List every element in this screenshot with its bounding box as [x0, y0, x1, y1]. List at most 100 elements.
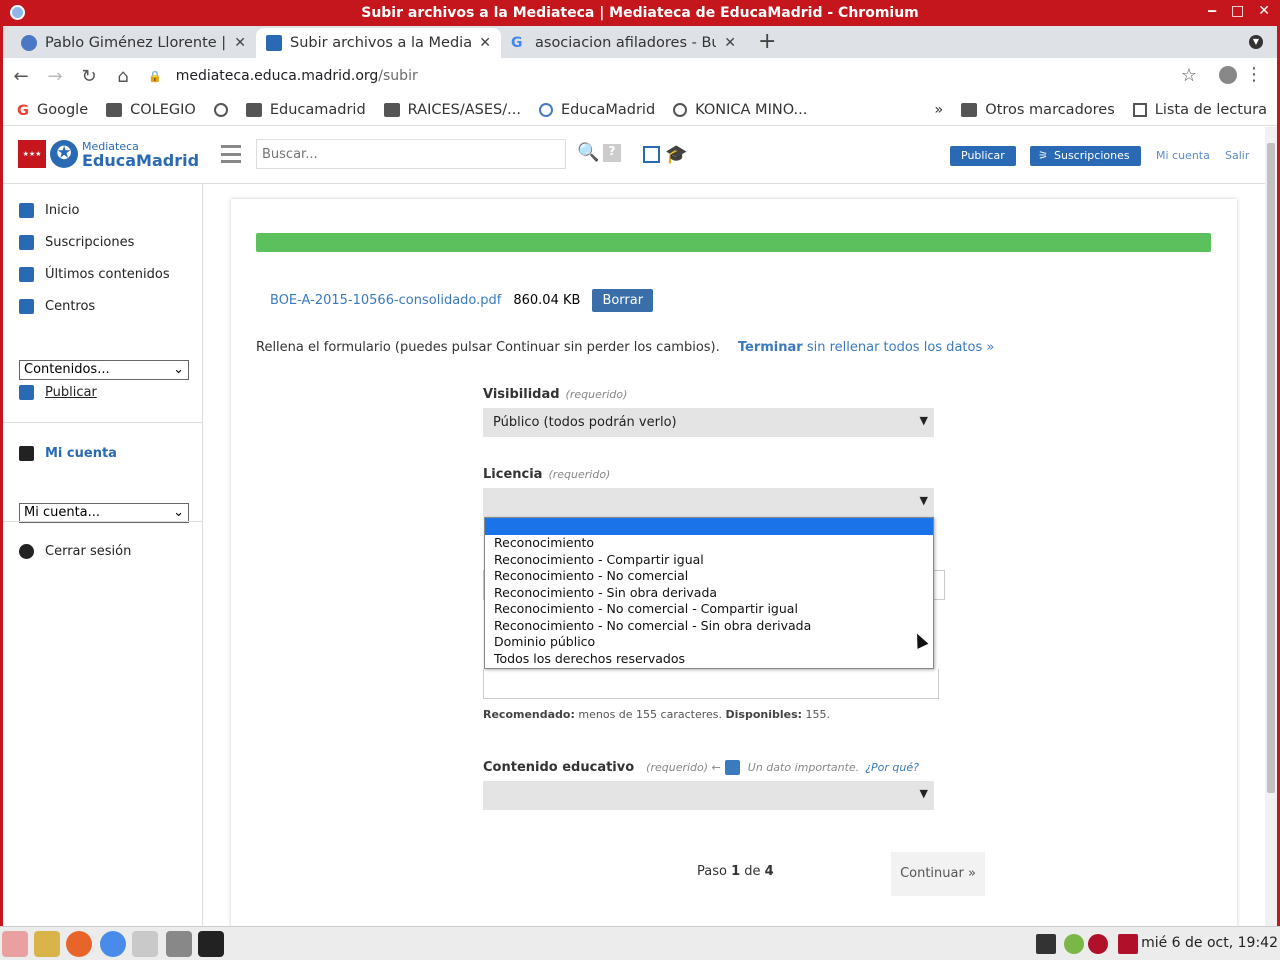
- bookmark-raices[interactable]: RAICES/ASES/...: [383, 102, 521, 118]
- network-icon[interactable]: [1064, 934, 1084, 954]
- bookmark-globe[interactable]: [213, 102, 236, 117]
- tab-google[interactable]: G asociacion afiladores - Bu ✕: [501, 28, 746, 58]
- description-textarea[interactable]: [483, 669, 939, 699]
- licencia-option[interactable]: Dominio público: [485, 634, 933, 651]
- scrollbar-thumb[interactable]: [1267, 143, 1275, 793]
- volume-icon[interactable]: [1118, 934, 1138, 954]
- bookmark-educamadrid-folder[interactable]: Educamadrid: [245, 102, 366, 118]
- graduation-cap-icon[interactable]: 🎓: [665, 144, 687, 165]
- help-icon[interactable]: ?: [603, 144, 621, 162]
- clock[interactable]: mié 6 de oct, 19:42: [1141, 935, 1278, 951]
- back-icon[interactable]: ←: [5, 66, 37, 87]
- tray-red-icon[interactable]: [1088, 934, 1108, 954]
- sidebar-item-publicar[interactable]: Publicar: [19, 385, 97, 400]
- terminal-icon[interactable]: [198, 931, 224, 957]
- educamadrid-icon: [21, 35, 37, 51]
- licencia-option[interactable]: [485, 518, 933, 535]
- hamburger-menu-icon[interactable]: [221, 145, 241, 163]
- licencia-option[interactable]: Reconocimiento - No comercial - Sin obra…: [485, 618, 933, 635]
- licencia-select[interactable]: ▼: [483, 488, 934, 517]
- browser-toolbar: ← → ↻ ⌂ 🔒 mediateca.educa.madrid.org/sub…: [3, 58, 1277, 94]
- bookmark-google[interactable]: G Google: [17, 102, 88, 119]
- chevron-down-icon: ▼: [919, 414, 928, 427]
- reload-icon[interactable]: ↻: [73, 66, 105, 87]
- close-window-button[interactable]: ✕: [1258, 3, 1270, 19]
- bookmark-star-icon[interactable]: ☆: [1181, 65, 1197, 86]
- tab-mediateca[interactable]: Subir archivos a la Mediat ✕: [256, 28, 501, 58]
- notes-icon[interactable]: [132, 931, 158, 957]
- sidebar-item-suscripciones[interactable]: Suscripciones: [19, 235, 134, 250]
- site-logo[interactable]: ★★★ ✪ Mediateca EducaMadrid: [18, 140, 200, 170]
- url-path: /subir: [378, 68, 418, 84]
- visibilidad-select[interactable]: Público (todos podrán verlo) ▼: [483, 408, 934, 437]
- chromium-taskbar-icon[interactable]: [100, 931, 126, 957]
- reading-list[interactable]: Lista de lectura: [1132, 102, 1267, 118]
- select-checkbox-icon[interactable]: [643, 146, 660, 163]
- address-bar[interactable]: 🔒 mediateca.educa.madrid.org/subir: [148, 62, 1208, 90]
- logo-big-text: EducaMadrid: [82, 151, 200, 170]
- tab-pablo[interactable]: Pablo Giménez Llorente | ✕: [11, 28, 256, 58]
- bookmark-educamadrid[interactable]: EducaMadrid: [538, 102, 655, 118]
- bookmark-colegio[interactable]: COLEGIO: [106, 102, 196, 118]
- licencia-option[interactable]: Reconocimiento - No comercial: [485, 568, 933, 585]
- maximize-button[interactable]: □: [1231, 3, 1244, 19]
- close-tab-icon[interactable]: ✕: [234, 35, 246, 51]
- terminar-link[interactable]: Terminar sin rellenar todos los datos »: [738, 340, 994, 355]
- sidebar-label: Últimos contenidos: [45, 267, 170, 282]
- bookmark-konica[interactable]: KONICA MINO...: [673, 102, 807, 118]
- suscripciones-button[interactable]: ⚞ Suscripciones: [1030, 146, 1141, 166]
- sidebar-mi-cuenta-heading: Mi cuenta: [19, 446, 117, 461]
- text-editor-icon[interactable]: [34, 931, 60, 957]
- licencia-option[interactable]: Reconocimiento - Compartir igual: [485, 552, 933, 569]
- window-title: Subir archivos a la Mediateca | Mediatec…: [361, 5, 919, 21]
- sidebar-item-cerrar[interactable]: Cerrar sesión: [19, 544, 131, 559]
- instructions-text: Rellena el formulario (puedes pulsar Con…: [256, 340, 720, 355]
- globe-icon: [673, 102, 688, 117]
- bookmark-otros[interactable]: Otros marcadores: [961, 102, 1115, 118]
- menu-icon[interactable]: ⋮: [1245, 64, 1263, 85]
- sidebar-item-centros[interactable]: Centros: [19, 299, 95, 314]
- licencia-option[interactable]: Reconocimiento: [485, 535, 933, 552]
- tab-label: Pablo Giménez Llorente |: [45, 35, 227, 51]
- more-bookmarks-icon[interactable]: »: [934, 102, 943, 118]
- licencia-option[interactable]: Reconocimiento - Sin obra derivada: [485, 585, 933, 602]
- forward-icon[interactable]: →: [39, 66, 71, 87]
- chevron-down-icon: ⌄: [173, 362, 184, 377]
- licencia-option[interactable]: Todos los derechos reservados: [485, 651, 933, 668]
- mi-cuenta-select[interactable]: Mi cuenta... ⌄: [19, 503, 189, 523]
- sidebar-item-inicio[interactable]: Inicio: [19, 203, 79, 218]
- continuar-button[interactable]: Continuar »: [891, 852, 985, 896]
- educativo-select[interactable]: ▼: [483, 781, 934, 810]
- label-text: Licencia: [483, 467, 543, 482]
- home-icon[interactable]: ⌂: [107, 66, 139, 87]
- search-input[interactable]: [256, 139, 566, 169]
- page-scrollbar[interactable]: [1265, 127, 1277, 926]
- char-count-hint: Recomendado: menos de 155 caracteres. Di…: [483, 708, 830, 721]
- menu-launcher-icon[interactable]: [2, 931, 28, 957]
- new-tab-button[interactable]: +: [758, 29, 776, 54]
- publicar-button[interactable]: Publicar: [950, 146, 1016, 166]
- minimize-button[interactable]: ‒: [1207, 3, 1217, 19]
- licencia-option[interactable]: Reconocimiento - No comercial - Comparti…: [485, 601, 933, 618]
- tray-app-icon[interactable]: [1036, 934, 1056, 954]
- por-que-link[interactable]: ¿Por qué?: [865, 761, 919, 774]
- file-name-link[interactable]: BOE-A-2015-10566-consolidado.pdf: [270, 293, 501, 308]
- search-icon[interactable]: 🔍: [577, 142, 599, 163]
- required-note: (requerido) ←: [646, 761, 721, 774]
- close-tab-icon[interactable]: ✕: [724, 35, 736, 51]
- screenshot-icon[interactable]: [166, 931, 192, 957]
- hint-disp-value: 155.: [802, 708, 831, 721]
- sidebar-item-ultimos[interactable]: Últimos contenidos: [19, 267, 170, 282]
- tab-search-icon[interactable]: ▼: [1249, 35, 1263, 49]
- mi-cuenta-link[interactable]: Mi cuenta: [1156, 149, 1210, 162]
- profile-icon[interactable]: [1219, 66, 1237, 84]
- licencia-dropdown-list[interactable]: Reconocimiento Reconocimiento - Comparti…: [484, 517, 934, 669]
- hint-rec-label: Recomendado:: [483, 708, 575, 721]
- contenidos-select[interactable]: Contenidos... ⌄: [19, 360, 189, 380]
- close-tab-icon[interactable]: ✕: [479, 35, 491, 51]
- bookmarks-bar: G Google COLEGIO Educamadrid RAICES/ASES/…: [3, 94, 1277, 126]
- firefox-icon[interactable]: [66, 931, 92, 957]
- chromium-icon: [10, 5, 25, 20]
- borrar-button[interactable]: Borrar: [592, 289, 654, 312]
- salir-link[interactable]: Salir: [1225, 149, 1249, 162]
